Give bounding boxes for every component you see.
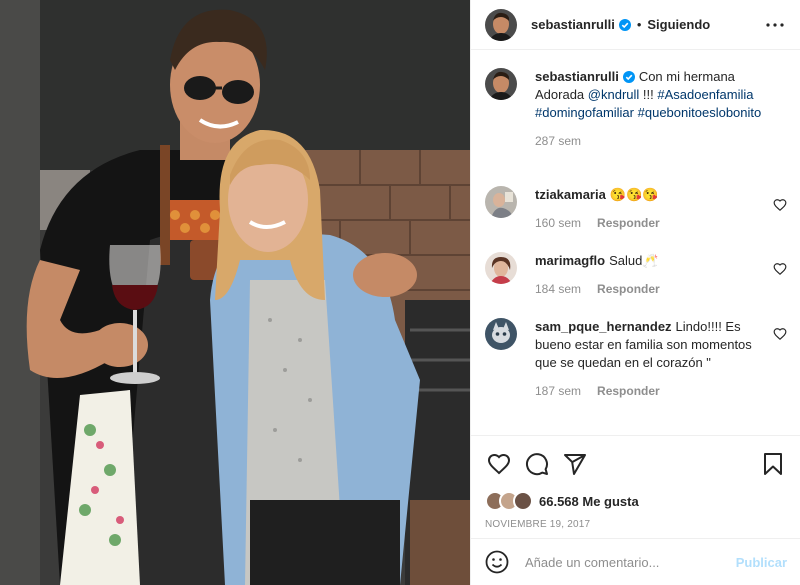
comment-meta: 184 sem Responder xyxy=(535,280,771,298)
author-avatar[interactable] xyxy=(485,8,517,41)
hashtag-link[interactable]: #quebonitoeslobonito xyxy=(638,105,762,120)
comment-meta: 187 sem Responder xyxy=(535,382,771,400)
commenter-avatar-image xyxy=(485,252,517,284)
post-actions: 66.568 Me gusta NOVIEMBRE 19, 2017 xyxy=(471,435,800,530)
comment-like-heart-icon[interactable] xyxy=(773,262,787,276)
comment-text: marimagflo Salud🥂 184 sem Responder xyxy=(535,252,771,298)
header-separator: • xyxy=(636,17,642,32)
post-panel: sebastianrulli • Siguiendo sebastianrull… xyxy=(470,0,800,585)
likes-row: 66.568 Me gusta xyxy=(485,489,787,513)
comment-time[interactable]: 160 sem xyxy=(535,214,581,232)
hashtag-link[interactable]: #domingofamiliar xyxy=(535,105,634,120)
caption-exclamations: !!! xyxy=(642,87,654,102)
caption-text: sebastianrulli Con mi hermana Adorada @kn… xyxy=(535,68,771,150)
mention-link[interactable]: @kndrull xyxy=(588,87,640,102)
liker-avatar xyxy=(513,491,533,511)
commenter-avatar-image xyxy=(485,318,517,350)
publish-button[interactable]: Publicar xyxy=(736,555,787,570)
comment-body: 😘😘😘 xyxy=(609,187,659,202)
more-options-icon[interactable] xyxy=(763,13,787,37)
post-caption: sebastianrulli Con mi hermana Adorada @kn… xyxy=(485,68,795,150)
commenter-avatar-image xyxy=(485,186,517,218)
reply-button[interactable]: Responder xyxy=(597,280,660,298)
comment-text: sam_pque_hernandez Lindo!!!! Es bueno est… xyxy=(535,318,771,400)
instagram-post: sebastianrulli • Siguiendo sebastianrull… xyxy=(0,0,800,585)
comment-like-heart-icon[interactable] xyxy=(773,327,787,341)
following-button[interactable]: Siguiendo xyxy=(647,17,710,32)
likes-count[interactable]: 66.568 Me gusta xyxy=(539,494,639,509)
reply-button[interactable]: Responder xyxy=(597,214,660,232)
comment-username[interactable]: marimagflo xyxy=(535,253,605,268)
caption-avatar-image xyxy=(485,68,517,100)
verified-badge-icon xyxy=(618,18,631,31)
bookmark-icon[interactable] xyxy=(759,450,787,478)
comment-text: tziakamaria 😘😘😘 160 sem Responder xyxy=(535,186,771,232)
more-options-dots xyxy=(766,22,784,27)
bookmark-shape xyxy=(764,453,782,475)
heart-icon-shape xyxy=(487,453,511,475)
caption-username[interactable]: sebastianrulli xyxy=(535,69,619,84)
add-comment-bar: Publicar xyxy=(471,538,800,585)
smiley-icon[interactable] xyxy=(485,550,509,574)
comment-input[interactable] xyxy=(525,554,725,570)
comments-list[interactable]: sebastianrulli Con mi hermana Adorada @kn… xyxy=(471,50,800,435)
commenter-avatar[interactable] xyxy=(485,252,517,284)
comment-like-heart-icon[interactable] xyxy=(773,198,787,212)
comment-body: Salud🥂 xyxy=(609,253,659,268)
comment-username[interactable]: sam_pque_hernandez xyxy=(535,319,672,334)
comment-meta: 160 sem Responder xyxy=(535,214,771,232)
comment-item: marimagflo Salud🥂 184 sem Responder xyxy=(485,252,795,298)
post-date[interactable]: NOVIEMBRE 19, 2017 xyxy=(485,519,787,530)
post-photo[interactable] xyxy=(0,0,470,585)
comment-time[interactable]: 184 sem xyxy=(535,280,581,298)
comment-time[interactable]: 187 sem xyxy=(535,382,581,400)
comment-bubble-icon[interactable] xyxy=(523,450,551,478)
liker-avatars[interactable] xyxy=(485,491,537,511)
comment-bubble-shape xyxy=(526,453,548,476)
action-icons xyxy=(485,450,787,478)
author-avatar-image xyxy=(485,8,517,41)
commenter-avatar[interactable] xyxy=(485,186,517,218)
comment-item: tziakamaria 😘😘😘 160 sem Responder xyxy=(485,186,795,232)
hashtag-link[interactable]: #Asadoenfamilia xyxy=(657,87,753,102)
comment-username[interactable]: tziakamaria xyxy=(535,187,606,202)
caption-meta: 287 sem xyxy=(535,132,771,150)
author-username[interactable]: sebastianrulli xyxy=(531,17,615,32)
paper-plane-shape xyxy=(564,454,586,475)
comment-item: sam_pque_hernandez Lindo!!!! Es bueno est… xyxy=(485,318,795,400)
heart-icon[interactable] xyxy=(485,450,513,478)
caption-time[interactable]: 287 sem xyxy=(535,132,581,150)
caption-avatar[interactable] xyxy=(485,68,517,100)
post-image xyxy=(0,0,470,585)
commenter-avatar[interactable] xyxy=(485,318,517,350)
paper-plane-icon[interactable] xyxy=(561,450,589,478)
verified-badge-icon xyxy=(622,71,635,83)
reply-button[interactable]: Responder xyxy=(597,382,660,400)
post-header: sebastianrulli • Siguiendo xyxy=(471,0,800,50)
